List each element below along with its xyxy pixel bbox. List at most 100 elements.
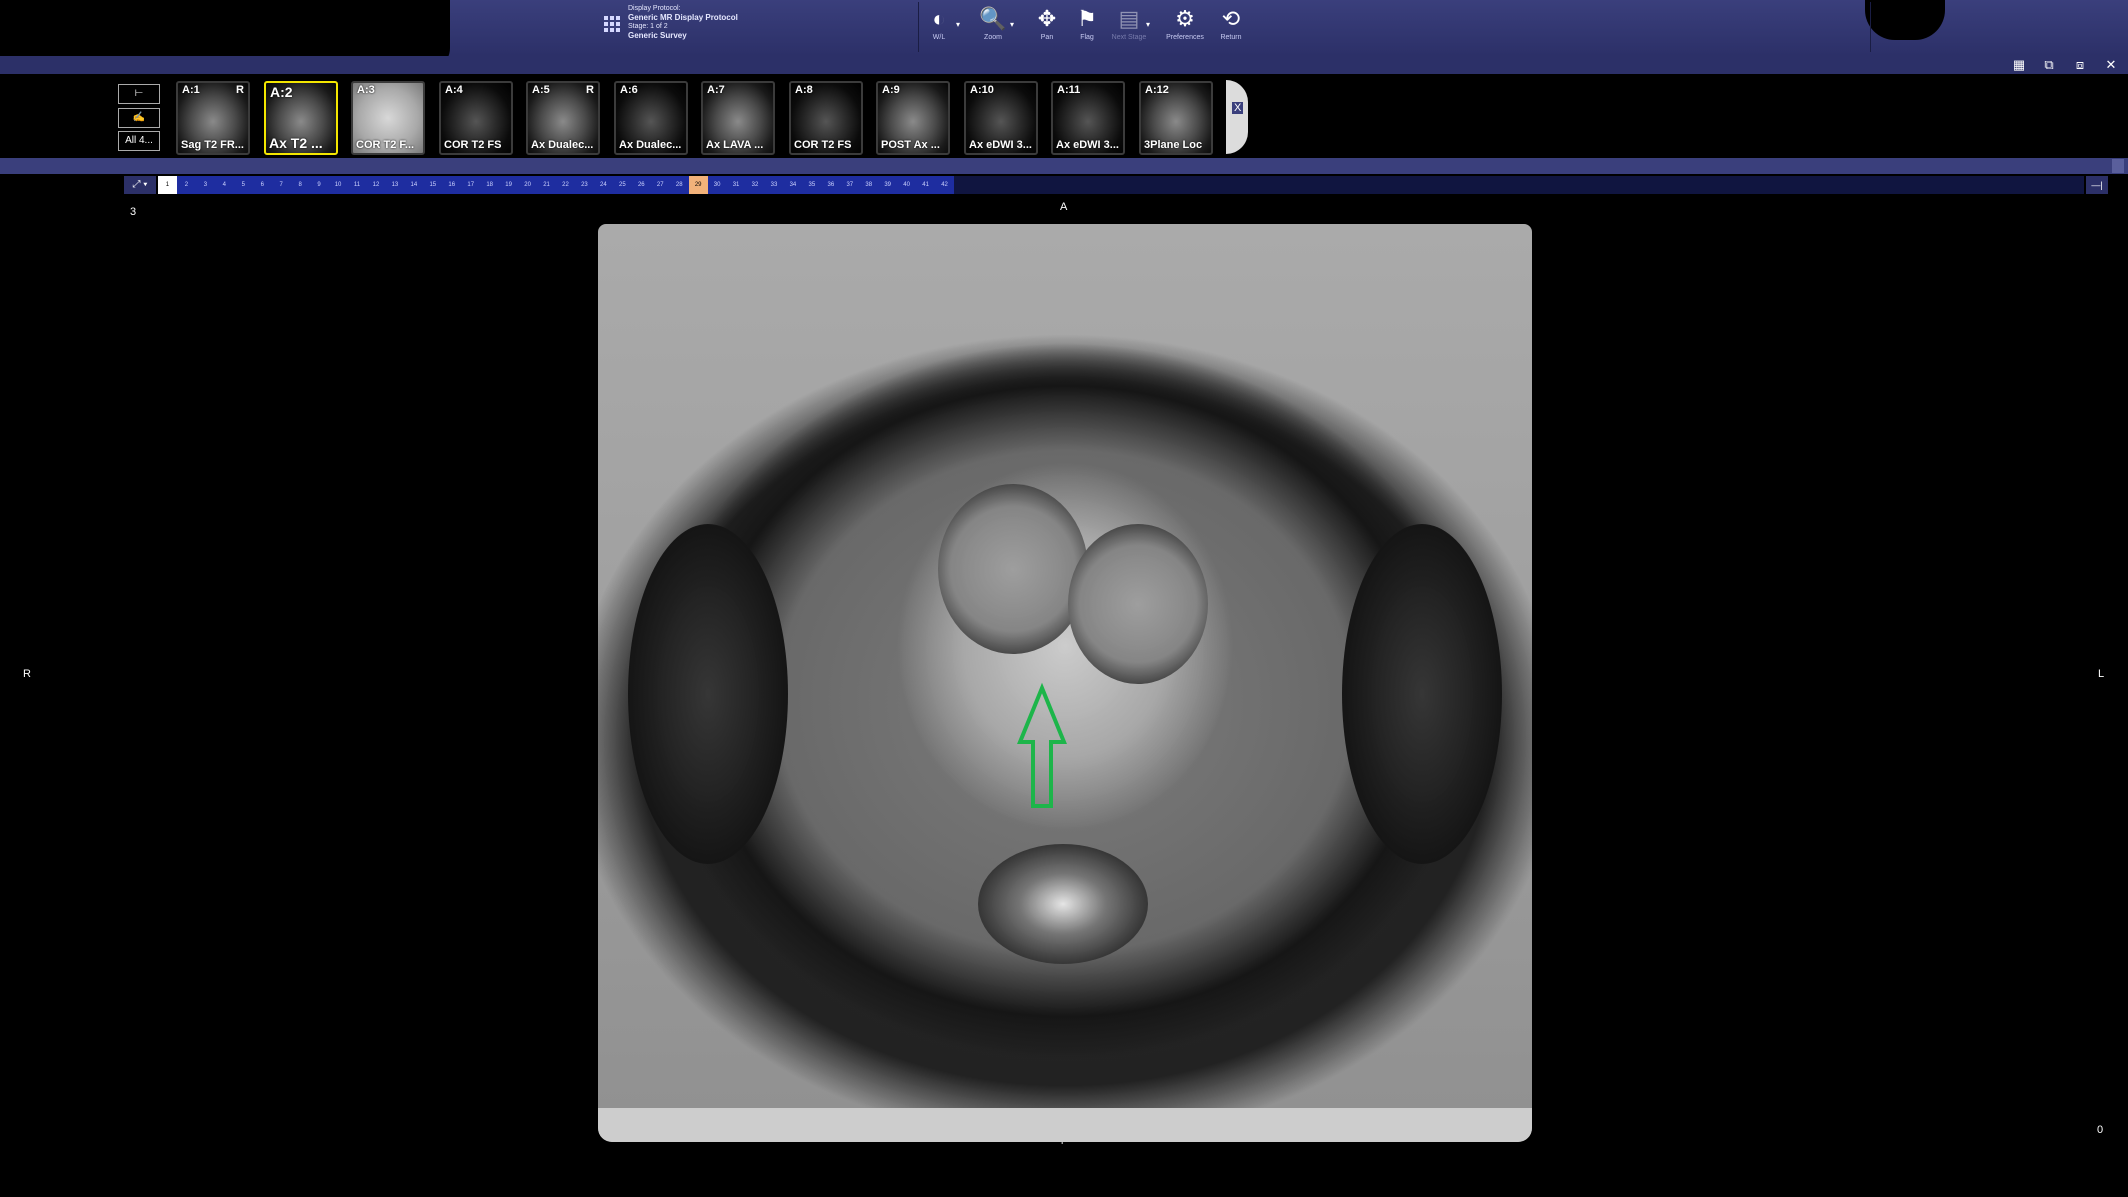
series-thumbnail[interactable]: A:4 COR T2 FS bbox=[439, 81, 513, 155]
image-number-label: 3 bbox=[130, 206, 137, 218]
series-id: A:4 bbox=[445, 84, 463, 96]
chevron-down-icon[interactable]: ▾ bbox=[1010, 20, 1014, 29]
protocol-survey: Generic Survey bbox=[628, 31, 687, 40]
image-index-cell[interactable]: 13 bbox=[385, 176, 404, 194]
series-id: A:2 bbox=[270, 84, 293, 100]
next-stage-icon: ▤ bbox=[1118, 6, 1140, 31]
image-index-cell[interactable]: 17 bbox=[461, 176, 480, 194]
image-index-cell[interactable]: 14 bbox=[404, 176, 423, 194]
restore-button[interactable]: ⧉ bbox=[2038, 56, 2060, 74]
signature-icon: ✍ bbox=[132, 112, 146, 123]
thumbnail-collapse-button[interactable]: X bbox=[1226, 80, 1248, 154]
image-index-cell[interactable]: 12 bbox=[366, 176, 385, 194]
image-index-cell[interactable]: 18 bbox=[480, 176, 499, 194]
image-index-cell[interactable]: 21 bbox=[537, 176, 556, 194]
series-name: COR T2 F... bbox=[356, 139, 415, 151]
tool-label: Zoom bbox=[984, 34, 1002, 41]
tool-return-button[interactable]: ⟲ Return bbox=[1208, 4, 1254, 52]
image-index-cell[interactable]: 36 bbox=[821, 176, 840, 194]
image-index-cell[interactable]: 35 bbox=[802, 176, 821, 194]
image-index-cell[interactable]: 8 bbox=[291, 176, 310, 194]
chevron-down-icon[interactable]: ▾ bbox=[956, 20, 960, 29]
close-button[interactable]: ✕ bbox=[2100, 56, 2122, 74]
window-level-icon: ◐ bbox=[932, 6, 946, 31]
window-controls-strip bbox=[0, 56, 2128, 74]
series-id: A:1 bbox=[182, 84, 200, 96]
image-index-cells: 1 2 3 4 5 6 7 8 9 10 11 12 13 14 15 16 17 18 19 20 21 22 23 24 2… bbox=[158, 176, 954, 194]
image-index-cell[interactable]: 1 bbox=[158, 176, 177, 194]
index-end-button[interactable]: —| bbox=[2086, 176, 2108, 194]
series-id: A:6 bbox=[620, 84, 638, 96]
image-index-cell[interactable]: 39 bbox=[878, 176, 897, 194]
thumbnail-scrollbar[interactable] bbox=[0, 158, 2128, 174]
series-thumbnail[interactable]: A:3 COR T2 F... bbox=[351, 81, 425, 155]
series-thumbnail[interactable]: A:8 COR T2 FS bbox=[789, 81, 863, 155]
image-index-cell[interactable]: 41 bbox=[916, 176, 935, 194]
toolbar-separator bbox=[1870, 2, 1871, 52]
image-index-cell[interactable]: 31 bbox=[727, 176, 746, 194]
chevron-down-icon[interactable]: ▾ bbox=[1146, 20, 1150, 29]
series-thumbnail[interactable]: A:6 Ax Dualec... bbox=[614, 81, 688, 155]
image-index-cell[interactable]: 32 bbox=[746, 176, 765, 194]
tool-zoom-button[interactable]: 🔍 Zoom ▾ bbox=[970, 4, 1016, 52]
preferences-icon: ⚙ bbox=[1175, 6, 1195, 31]
tool-w-l-button[interactable]: ◐ W/L ▾ bbox=[916, 4, 962, 52]
image-index-cell[interactable]: 3 bbox=[196, 176, 215, 194]
series-thumbnail[interactable]: A:10 Ax eDWI 3... bbox=[964, 81, 1038, 155]
image-index-cell[interactable]: 42 bbox=[935, 176, 954, 194]
arrow-annotation[interactable] bbox=[1017, 682, 1067, 810]
tool-preferences-button[interactable]: ⚙ Preferences bbox=[1162, 4, 1208, 52]
tool-label: Pan bbox=[1040, 34, 1054, 41]
image-index-cell[interactable]: 19 bbox=[499, 176, 518, 194]
series-thumbnail[interactable]: A:11 Ax eDWI 3... bbox=[1051, 81, 1125, 155]
image-index-cell[interactable]: 9 bbox=[310, 176, 329, 194]
tool-label: Preferences bbox=[1166, 34, 1204, 41]
image-index-cell[interactable]: 29 bbox=[688, 176, 708, 194]
image-index-cell[interactable]: 16 bbox=[442, 176, 461, 194]
series-thumbnail[interactable]: A:7 Ax LAVA ... bbox=[701, 81, 775, 155]
image-index-cell[interactable]: 24 bbox=[594, 176, 613, 194]
series-name: COR T2 FS bbox=[444, 139, 502, 151]
image-index-cell[interactable]: 22 bbox=[556, 176, 575, 194]
image-index-cell[interactable]: 15 bbox=[423, 176, 442, 194]
image-index-cell[interactable]: 6 bbox=[253, 176, 272, 194]
image-index-cell[interactable]: 10 bbox=[329, 176, 348, 194]
image-index-cell[interactable]: 25 bbox=[613, 176, 632, 194]
series-thumbnail[interactable]: A:1 R Sag T2 FR... bbox=[176, 81, 250, 155]
side-button-sign[interactable]: ✍ bbox=[118, 108, 160, 128]
image-index-cell[interactable]: 11 bbox=[348, 176, 367, 194]
side-button-first[interactable]: ⊢ bbox=[118, 84, 160, 104]
image-index-cell[interactable]: 5 bbox=[234, 176, 253, 194]
image-index-cell[interactable]: 27 bbox=[651, 176, 670, 194]
side-button-all[interactable]: All 4... bbox=[118, 131, 160, 151]
layout-grid-button[interactable]: ▦ bbox=[2008, 56, 2030, 74]
series-thumbnail[interactable]: A:5 R Ax Dualec... bbox=[526, 81, 600, 155]
mri-region bbox=[1342, 524, 1502, 864]
display-protocol-info[interactable]: Display Protocol: Generic MR Display Pro… bbox=[600, 4, 920, 50]
image-index-cell[interactable]: 38 bbox=[859, 176, 878, 194]
image-index-cell[interactable]: 20 bbox=[518, 176, 537, 194]
image-index-cell[interactable]: 2 bbox=[177, 176, 196, 194]
series-name: Sag T2 FR... bbox=[181, 139, 244, 151]
tool-next-stage-button[interactable]: ▤ Next Stage ▾ bbox=[1106, 4, 1152, 52]
mri-image-viewport[interactable] bbox=[598, 224, 1532, 1142]
image-index-cell[interactable]: 4 bbox=[215, 176, 234, 194]
image-index-cell[interactable]: 28 bbox=[670, 176, 689, 194]
scrollbar-end-button[interactable] bbox=[2112, 159, 2124, 173]
image-index-cell[interactable]: 33 bbox=[765, 176, 784, 194]
orientation-right: L bbox=[2098, 668, 2105, 680]
series-thumbnail[interactable]: A:12 3Plane Loc bbox=[1139, 81, 1213, 155]
image-index-cell[interactable]: 7 bbox=[272, 176, 291, 194]
image-index-cell[interactable]: 37 bbox=[840, 176, 859, 194]
series-thumbnail[interactable]: A:2 Ax T2 ... bbox=[264, 81, 338, 155]
minimize-button[interactable]: ⧈ bbox=[2069, 56, 2091, 74]
image-index-cell[interactable]: 40 bbox=[897, 176, 916, 194]
series-thumbnail[interactable]: A:9 POST Ax ... bbox=[876, 81, 950, 155]
tool-label: Flag bbox=[1080, 34, 1094, 41]
image-index-cell[interactable]: 34 bbox=[783, 176, 802, 194]
index-tool-button[interactable]: ⤢ ▾ bbox=[124, 176, 156, 194]
image-index-cell[interactable]: 26 bbox=[632, 176, 651, 194]
image-index-cell[interactable]: 30 bbox=[708, 176, 727, 194]
image-index-cell[interactable]: 23 bbox=[575, 176, 594, 194]
tool-flag-button[interactable]: ⚑ Flag bbox=[1064, 4, 1110, 52]
